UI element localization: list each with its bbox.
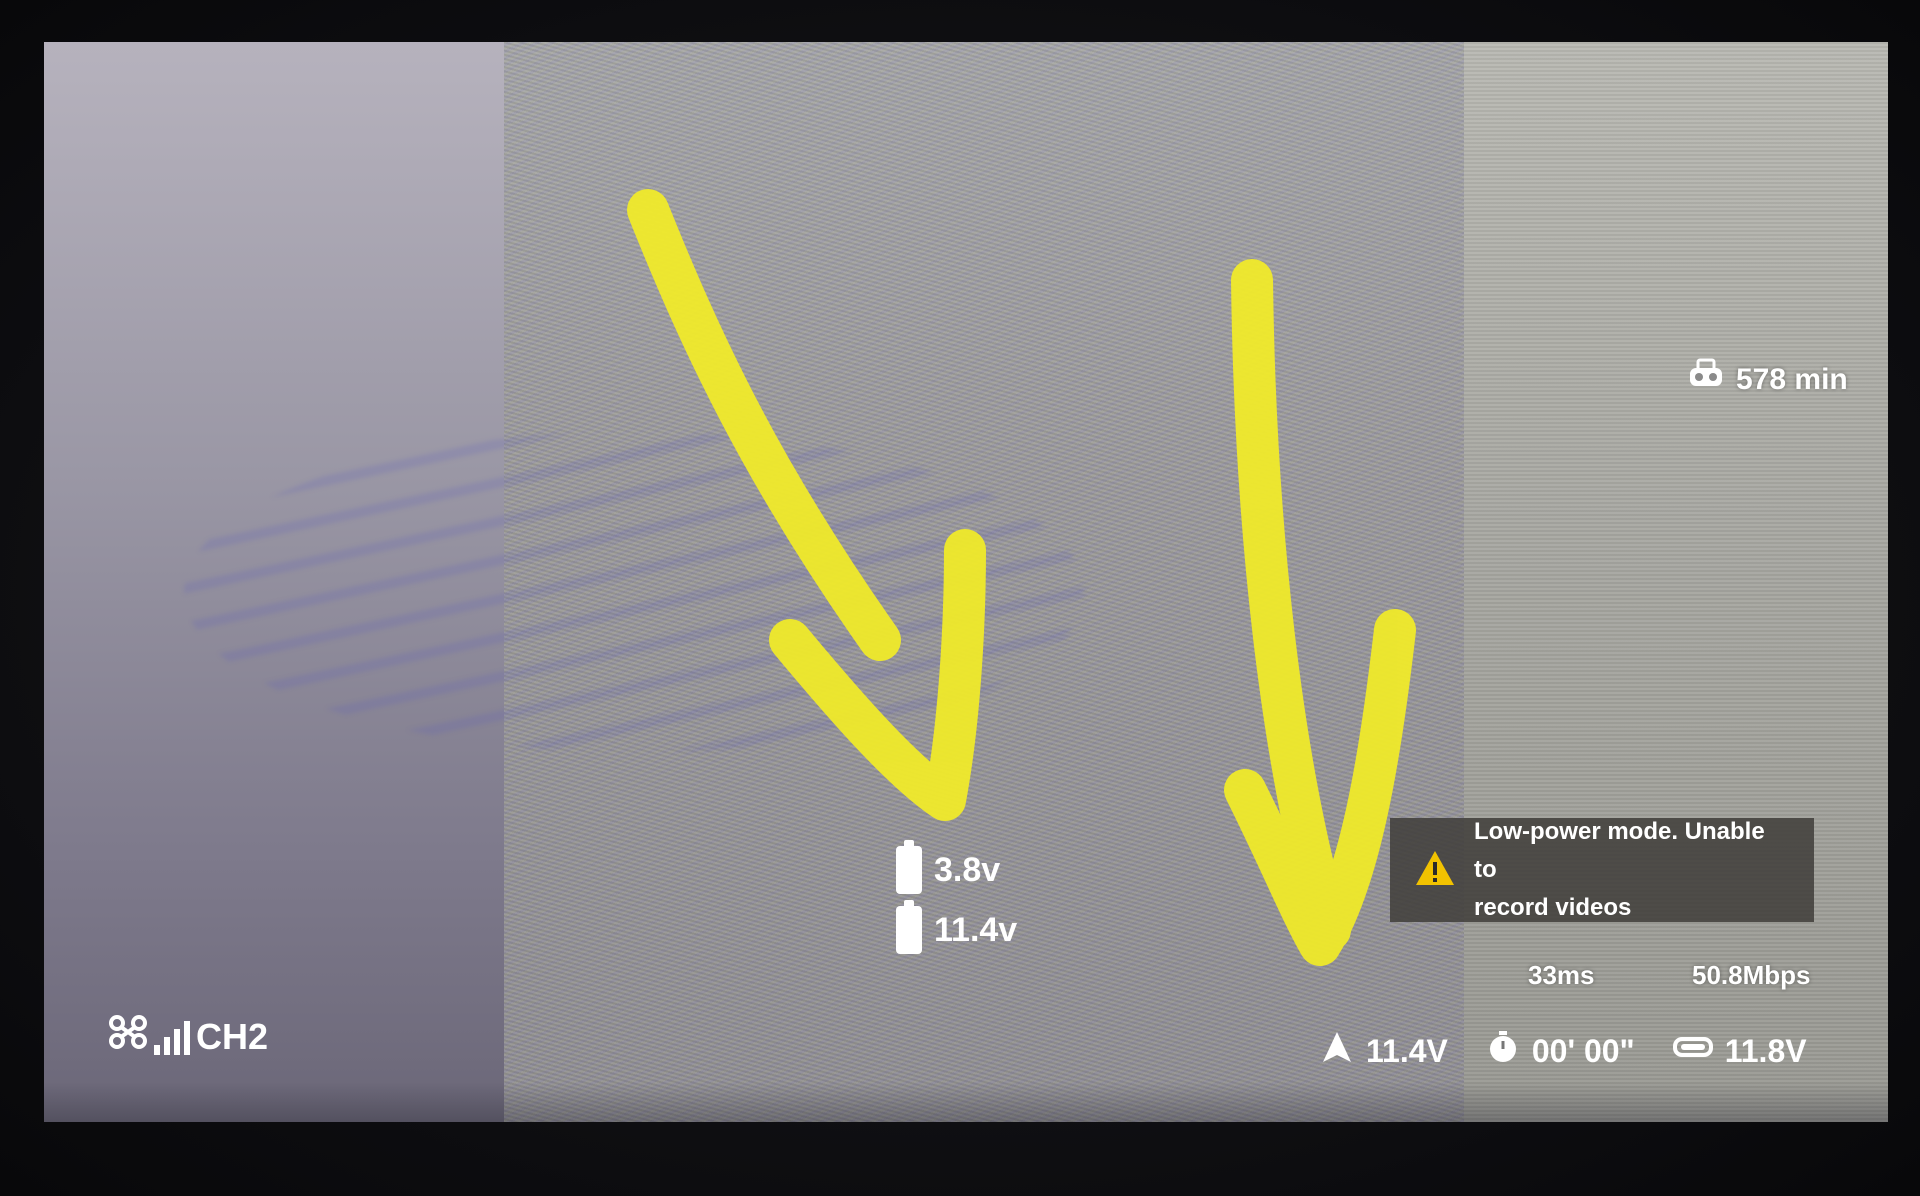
battery-icon [896, 900, 922, 954]
flight-timer: 00' 00" [1486, 1030, 1635, 1072]
goggles-storage-icon [1686, 358, 1726, 402]
warning-icon [1414, 849, 1456, 892]
latency-readout: 33ms [1528, 960, 1595, 990]
signal-indicator: CH2 [108, 1014, 268, 1055]
storage-remaining: 578 min [1686, 358, 1848, 402]
status-bar: 11.4V 00' 00" 11.8V [1320, 1030, 1807, 1072]
battery-total-voltage: 11.4v [896, 900, 1018, 954]
flight-time-value: 00' 00" [1531, 1032, 1635, 1069]
low-power-notification: Low-power mode. Unable to record videos [1390, 818, 1814, 922]
notification-line-1: Low-power mode. Unable to [1474, 818, 1765, 883]
goggles-voltage-value: 11.8V [1724, 1032, 1807, 1069]
goggles-icon [1672, 1030, 1713, 1072]
channel-label: CH2 [196, 1016, 269, 1057]
aircraft-voltage-value: 11.4V [1366, 1032, 1448, 1069]
battery-cell-voltage: 3.8v [896, 840, 1001, 894]
static-noise [44, 42, 1888, 1122]
notification-line-2: record videos [1474, 894, 1632, 921]
bitrate-readout: 50.8Mbps [1692, 960, 1811, 990]
storage-value: 578 min [1736, 363, 1848, 396]
signal-bars [154, 1019, 190, 1055]
battery-icon [896, 840, 922, 894]
goggles-voltage: 11.8V [1672, 1030, 1807, 1072]
fpv-video-feed [44, 42, 1888, 1122]
timer-icon [1486, 1030, 1520, 1072]
aircraft-arrow-icon [1320, 1030, 1354, 1072]
aircraft-voltage: 11.4V [1320, 1030, 1448, 1072]
battery-total-value: 11.4v [934, 910, 1018, 949]
battery-cell-value: 3.8v [934, 850, 1001, 889]
drone-icon [108, 1014, 148, 1055]
